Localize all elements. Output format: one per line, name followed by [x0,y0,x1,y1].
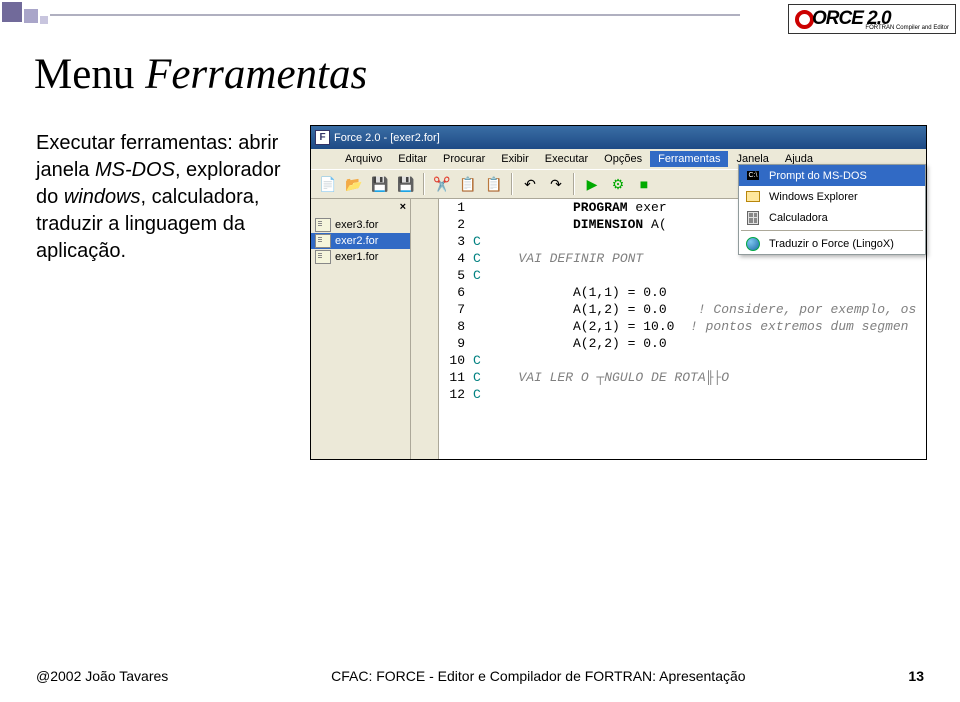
file-item[interactable]: exer3.for [311,217,410,233]
calc-icon [743,210,763,226]
copy-icon[interactable]: 📋 [457,173,479,195]
dd-calculadora[interactable]: Calculadora [739,207,925,228]
editor-gutter-margin [411,199,439,459]
save-icon[interactable]: 💾 [369,173,391,195]
file-panel: × exer3.for exer2.for exer1.for [311,199,411,459]
page-number: 13 [908,668,924,684]
dd-traduzir[interactable]: Traduzir o Force (LingoX) [739,233,925,254]
menu-arquivo[interactable]: Arquivo [337,153,390,165]
run-icon[interactable]: ▶ [581,173,603,195]
slide-body-text: Executar ferramentas: abrir janela MS-DO… [36,130,286,265]
footer-title: CFAC: FORCE - Editor e Compilador de FOR… [168,668,908,684]
file-icon [315,250,331,264]
new-file-icon[interactable]: 📄 [317,173,339,195]
dd-explorer[interactable]: Windows Explorer [739,186,925,207]
undo-icon[interactable]: ↶ [519,173,541,195]
app-screenshot: F Force 2.0 - [exer2.for] Arquivo Editar… [310,125,927,460]
menu-opcoes[interactable]: Opções [596,153,650,165]
explorer-icon [743,189,763,205]
ferramentas-dropdown: C:\ Prompt do MS-DOS Windows Explorer Ca… [738,164,926,255]
menu-editar[interactable]: Editar [390,153,435,165]
code-line[interactable]: 6A(1,1) = 0.0 [439,284,926,301]
code-line[interactable]: 5C [439,267,926,284]
dd-msdos[interactable]: C:\ Prompt do MS-DOS [739,165,925,186]
menu-procurar[interactable]: Procurar [435,153,493,165]
dropdown-separator [741,230,923,231]
stop-icon[interactable]: ■ [633,173,655,195]
file-item[interactable]: exer1.for [311,249,410,265]
file-item[interactable]: exer2.for [311,233,410,249]
slide-footer: @2002 João Tavares CFAC: FORCE - Editor … [36,668,924,684]
save-all-icon[interactable]: 💾 [395,173,417,195]
paste-icon[interactable]: 📋 [483,173,505,195]
file-icon [315,218,331,232]
dos-icon: C:\ [743,168,763,184]
window-title: Force 2.0 - [exer2.for] [334,132,440,144]
logo-tagline: FORTRAN Compiler and Editor [865,25,949,31]
code-line[interactable]: 7A(1,2) = 0.0 ! Considere, por exemplo, … [439,301,926,318]
app-icon: F [315,130,330,145]
force-logo: ORCE 2.0 FORTRAN Compiler and Editor [788,4,956,34]
menu-executar[interactable]: Executar [537,153,596,165]
code-line[interactable]: 12C [439,386,926,403]
file-icon [315,234,331,248]
window-titlebar[interactable]: F Force 2.0 - [exer2.for] [311,126,926,149]
slide-title: Menu Ferramentas [34,50,367,99]
build-icon[interactable]: ⚙ [607,173,629,195]
redo-icon[interactable]: ↷ [545,173,567,195]
code-line[interactable]: 9A(2,2) = 0.0 [439,335,926,352]
code-line[interactable]: 10C [439,352,926,369]
cut-icon[interactable]: ✂️ [431,173,453,195]
open-folder-icon[interactable]: 📂 [343,173,365,195]
globe-icon [743,236,763,252]
menu-ferramentas[interactable]: Ferramentas [650,151,728,167]
footer-author: @2002 João Tavares [36,668,168,684]
code-line[interactable]: 8A(2,1) = 10.0 ! pontos extremos dum seg… [439,318,926,335]
panel-close-icon[interactable]: × [400,201,406,213]
menu-exibir[interactable]: Exibir [493,153,537,165]
code-line[interactable]: 11C VAI LER O ┬NGULO DE ROTA╟├O [439,369,926,386]
